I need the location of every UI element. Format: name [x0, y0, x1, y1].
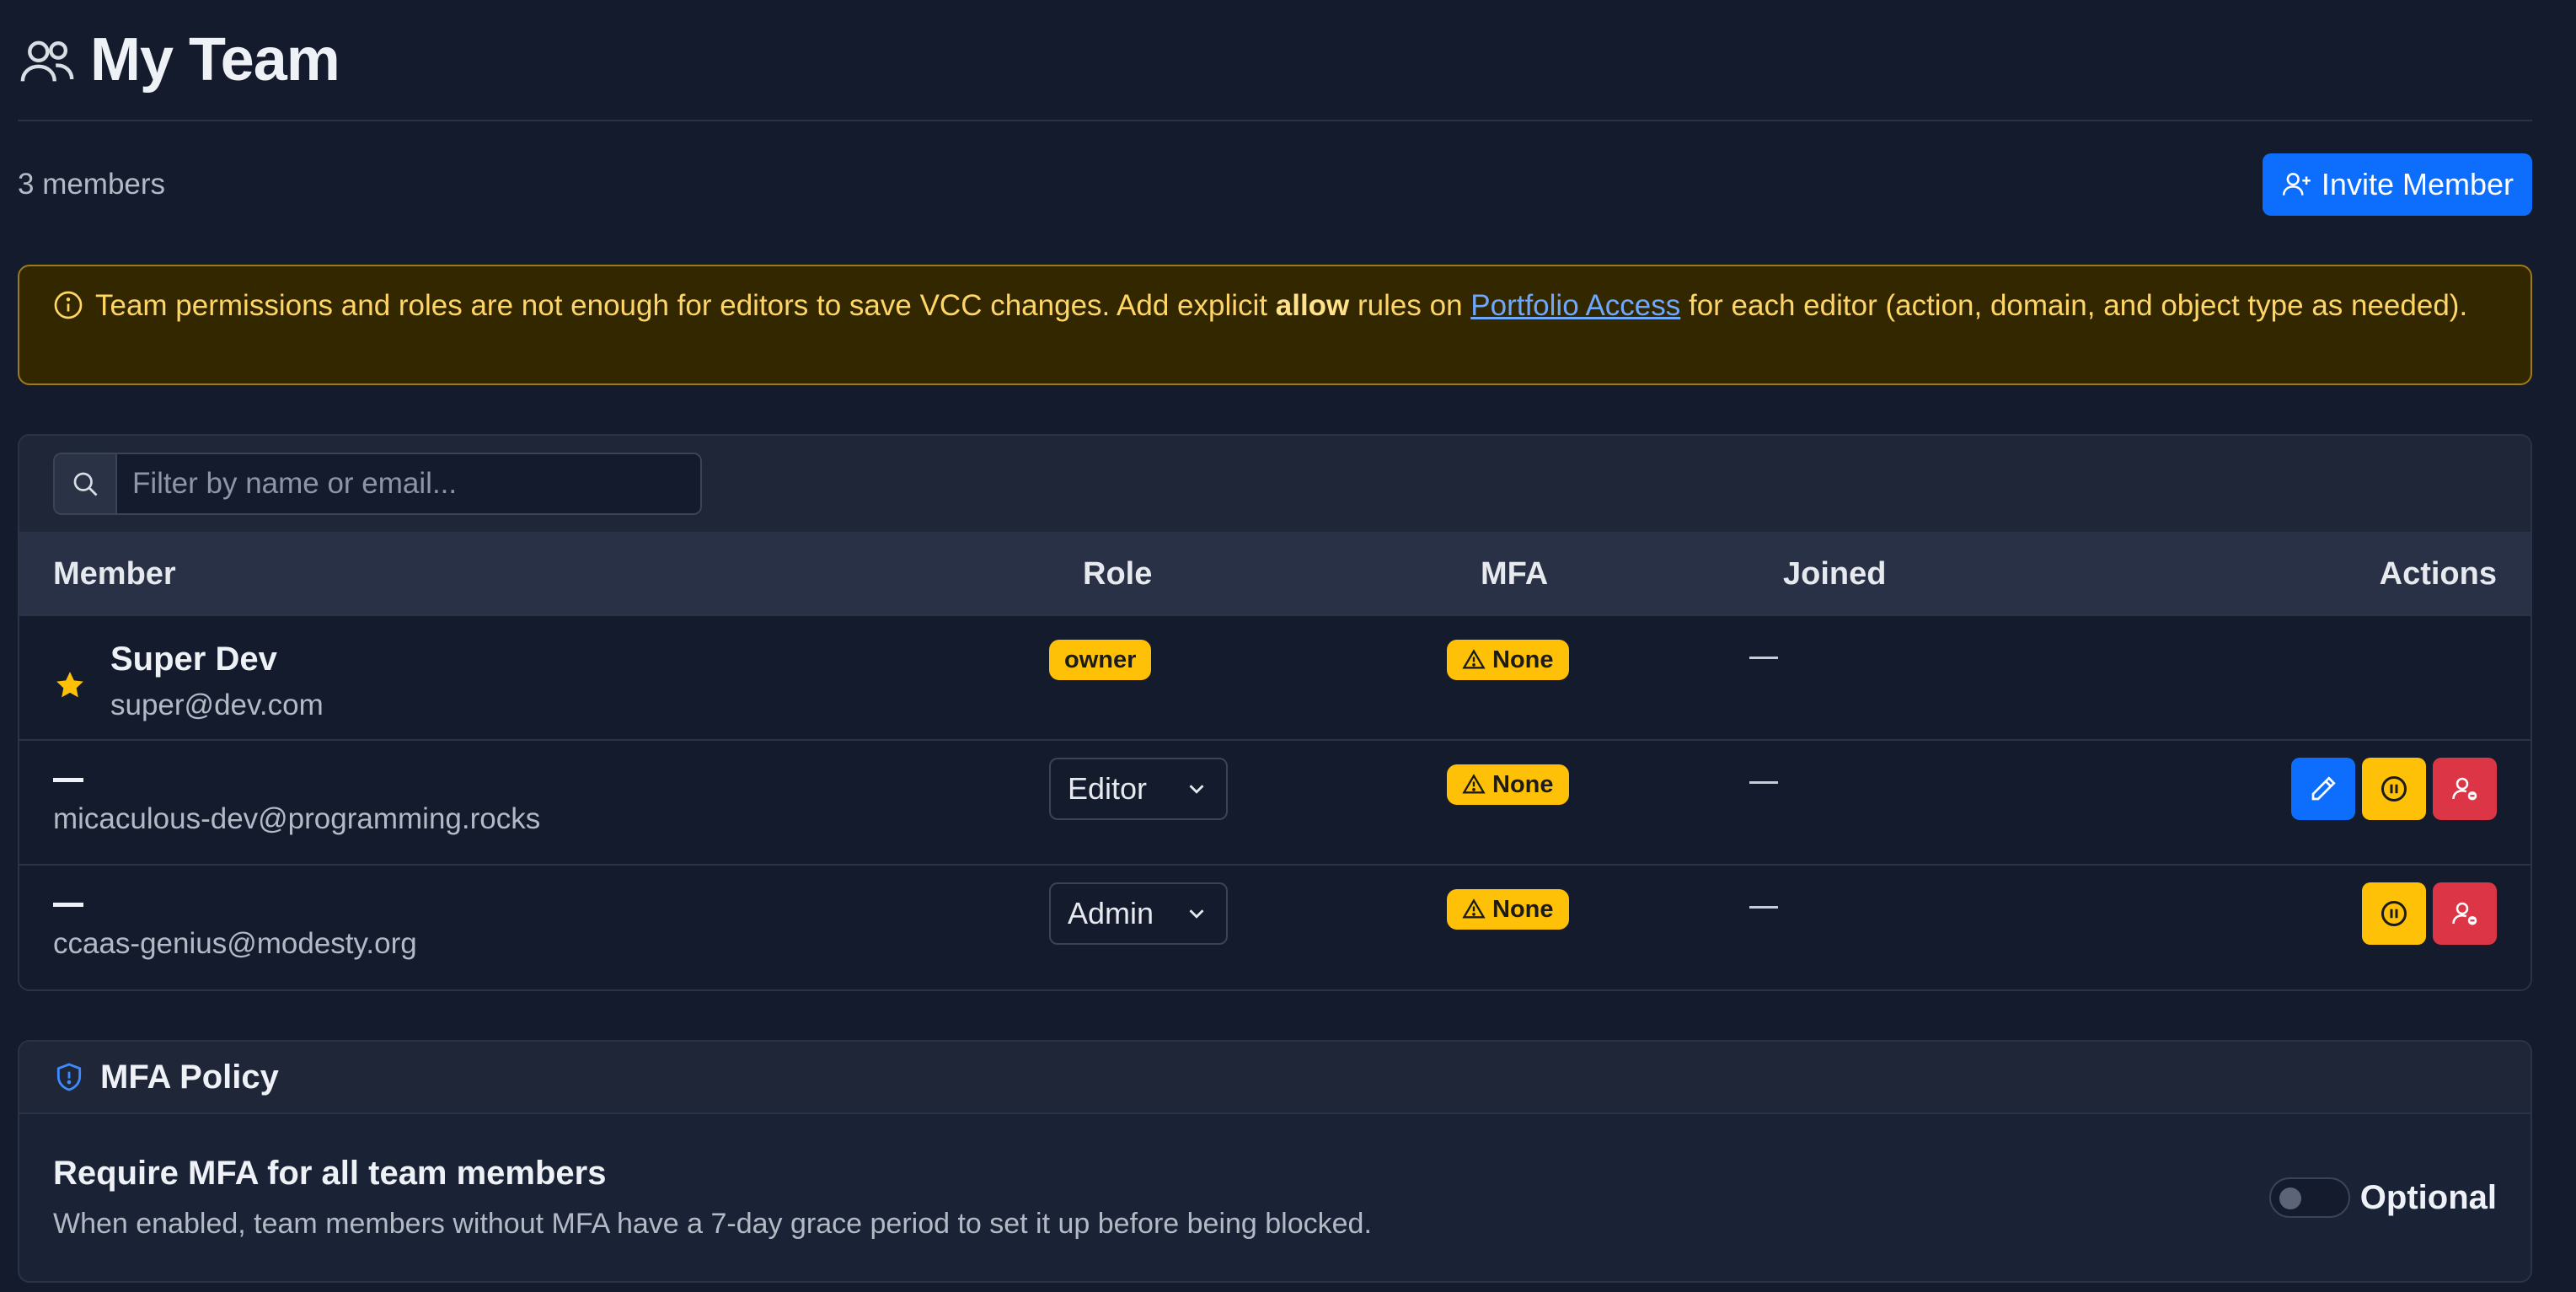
role-cell: owner — [1049, 615, 1447, 740]
members-table: Member Role MFA Joined Actions Super Dev… — [19, 532, 2530, 989]
joined-cell — [1749, 615, 2070, 740]
pause-icon — [2381, 776, 2407, 801]
joined-empty-value — [1749, 657, 1778, 659]
mfa-cell: None — [1447, 740, 1749, 865]
actions-cell — [2070, 615, 2530, 740]
alert-text-before: Team permissions and roles are not enoug… — [95, 289, 1276, 322]
member-email: super@dev.com — [110, 689, 324, 721]
joined-cell — [1749, 740, 2070, 865]
mfa-policy-header: MFA Policy — [19, 1042, 2530, 1114]
mfa-toggle-label: Optional — [2359, 1178, 2497, 1216]
role-select-value: Admin — [1068, 896, 1154, 930]
invite-member-label: Invite Member — [2321, 167, 2514, 201]
joined-empty-value — [1749, 906, 1778, 909]
search-icon — [73, 472, 98, 496]
edit-button[interactable] — [2291, 758, 2355, 820]
mfa-status-badge: None — [1447, 764, 1569, 805]
member-email: micaculous-dev@programming.rocks — [53, 802, 541, 835]
member-email: ccaas-genius@modesty.org — [53, 927, 417, 960]
members-card: Member Role MFA Joined Actions — [18, 434, 2532, 991]
role-badge: owner — [1049, 640, 1152, 680]
table-row: Super Dev super@dev.com owner None — [19, 615, 2530, 740]
mfa-status-label: None — [1492, 896, 1554, 923]
alert-bold: allow — [1275, 289, 1350, 322]
mfa-status-badge: None — [1447, 889, 1569, 930]
role-cell: Admin — [1049, 865, 1447, 989]
alert-text-middle: rules on — [1349, 289, 1471, 322]
chevron-down-icon — [1189, 909, 1204, 919]
actions-cell — [2070, 865, 2530, 989]
role-select[interactable]: Admin — [1049, 882, 1228, 945]
star-icon — [56, 672, 83, 698]
portfolio-access-link[interactable]: Portfolio Access — [1470, 289, 1680, 322]
remove-user-icon — [2452, 902, 2477, 925]
member-cell: micaculous-dev@programming.rocks — [19, 740, 1049, 865]
role-select[interactable]: Editor — [1049, 758, 1228, 820]
mfa-setting-description: When enabled, team members without MFA h… — [53, 1208, 1372, 1240]
warning-icon — [1462, 898, 1486, 919]
mfa-policy-title: MFA Policy — [100, 1058, 279, 1096]
filter-group — [53, 453, 702, 515]
pause-icon — [2381, 901, 2407, 926]
mfa-status-label: None — [1492, 771, 1554, 798]
table-row: ccaas-genius@modesty.org Admin None — [19, 865, 2530, 989]
chevron-down-icon — [1189, 785, 1204, 794]
subbar: 3 members Invite Member — [18, 121, 2532, 248]
table-header-row: Member Role MFA Joined Actions — [19, 532, 2530, 615]
warning-icon — [1462, 774, 1486, 794]
mfa-cell: None — [1447, 865, 1749, 989]
filter-input[interactable] — [117, 454, 700, 513]
page-header: My Team — [18, 0, 2532, 121]
joined-column-header[interactable]: Joined — [1749, 532, 2070, 615]
mfa-status-badge: None — [1447, 640, 1569, 680]
team-page: My Team 3 members Invite Member Team per… — [18, 0, 2532, 1283]
mfa-cell: None — [1447, 615, 1749, 740]
alert-text-after: for each editor (action, domain, and obj… — [1680, 289, 2468, 322]
filter-row — [19, 436, 2530, 532]
mfa-setting-title: Require MFA for all team members — [53, 1155, 607, 1192]
mfa-required-toggle[interactable] — [2268, 1177, 2350, 1218]
search-addon — [55, 454, 117, 513]
warning-icon — [1462, 649, 1486, 669]
joined-cell — [1749, 865, 2070, 989]
member-cell: ccaas-genius@modesty.org — [19, 865, 1049, 989]
table-row: micaculous-dev@programming.rocks Editor … — [19, 740, 2530, 865]
shield-icon — [56, 1063, 82, 1091]
toggle-knob — [2279, 1187, 2301, 1209]
member-count: 3 members — [18, 168, 166, 201]
mfa-column-header[interactable]: MFA — [1447, 532, 1749, 615]
mfa-status-label: None — [1492, 646, 1554, 673]
suspend-button[interactable] — [2362, 882, 2426, 945]
actions-cell — [2070, 740, 2530, 865]
page-title: My Team — [90, 26, 340, 94]
mfa-toggle-group: Optional — [2268, 1177, 2497, 1218]
role-cell: Editor — [1049, 740, 1447, 865]
mfa-policy-body: Require MFA for all team members When en… — [19, 1114, 2530, 1281]
role-select-value: Editor — [1068, 771, 1148, 806]
member-column-header[interactable]: Member — [19, 532, 1049, 615]
member-name-empty — [53, 903, 83, 907]
info-icon — [54, 291, 83, 319]
member-name-empty — [53, 778, 83, 782]
suspend-button[interactable] — [2362, 758, 2426, 820]
actions-column-header: Actions — [2069, 532, 2530, 615]
role-column-header[interactable]: Role — [1049, 532, 1447, 615]
member-cell: Super Dev super@dev.com — [19, 615, 1049, 740]
permissions-alert: Team permissions and roles are not enoug… — [18, 265, 2532, 385]
member-name: Super Dev — [110, 641, 277, 678]
pencil-icon — [2311, 776, 2336, 801]
mfa-policy-card: MFA Policy Require MFA for all team memb… — [18, 1040, 2532, 1283]
add-user-icon — [2282, 173, 2311, 196]
remove-member-button[interactable] — [2433, 882, 2497, 945]
invite-member-button[interactable]: Invite Member — [2262, 153, 2532, 216]
joined-empty-value — [1749, 781, 1778, 784]
remove-member-button[interactable] — [2433, 758, 2497, 820]
remove-user-icon — [2452, 777, 2477, 801]
team-icon — [20, 40, 74, 82]
